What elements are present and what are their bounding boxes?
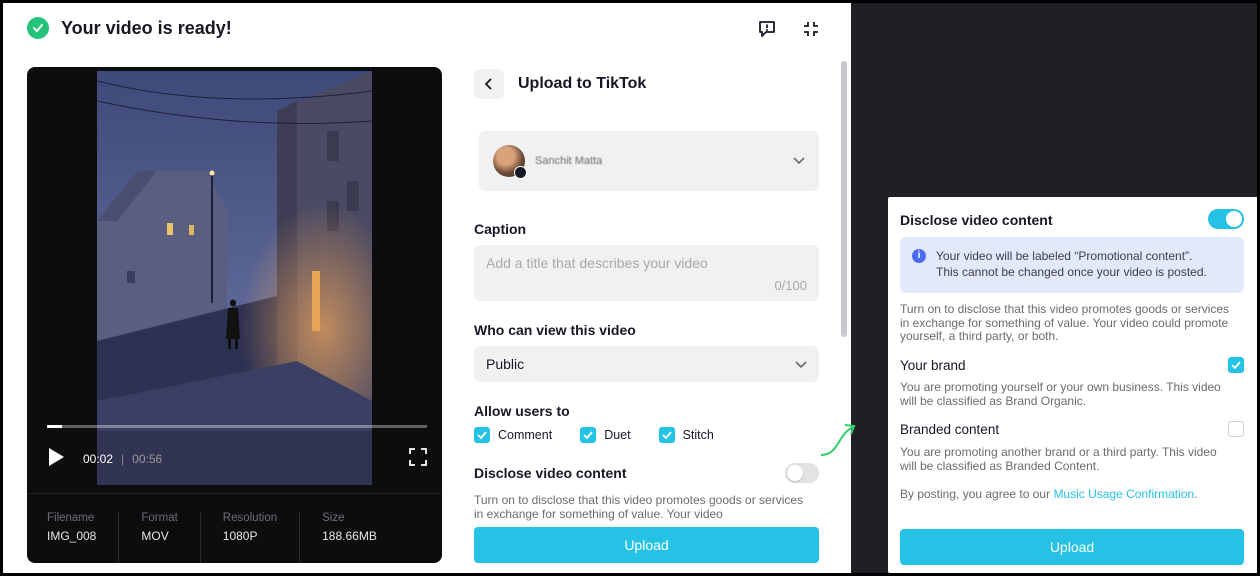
play-icon[interactable] <box>47 447 65 472</box>
disclose-label: Disclose video content <box>474 465 627 481</box>
caption-char-count: 0/100 <box>774 278 807 293</box>
caption-label: Caption <box>474 221 527 237</box>
caption-input[interactable]: Add a title that describes your video 0/… <box>474 245 819 301</box>
info-banner: i Your video will be labeled “Promotiona… <box>900 237 1244 293</box>
video-player[interactable]: 00:02 | 00:56 Filename IMG_008 Format MO… <box>27 67 442 563</box>
toggle-knob <box>787 465 803 481</box>
scrollbar[interactable] <box>841 61 847 337</box>
total-time: 00:56 <box>132 452 163 466</box>
current-time: 00:02 <box>83 452 114 466</box>
allow-stitch[interactable]: Stitch <box>658 427 714 443</box>
check-circle-icon <box>27 17 49 39</box>
arrow-icon <box>820 424 856 456</box>
header: Your video is ready! <box>27 17 232 39</box>
fullscreen-icon[interactable] <box>409 447 427 471</box>
chevron-down-icon <box>793 152 805 170</box>
chevron-down-icon <box>795 356 807 372</box>
page-title: Your video is ready! <box>61 17 232 38</box>
checkbox-duet[interactable] <box>580 427 597 443</box>
disclose-panel: Disclose video content i Your video will… <box>888 197 1257 573</box>
caption-placeholder: Add a title that describes your video <box>486 255 708 271</box>
agreement-text: By posting, you agree to our Music Usage… <box>900 487 1198 501</box>
video-metadata: Filename IMG_008 Format MOV Resolution 1… <box>27 493 442 563</box>
allow-label: Allow users to <box>474 403 570 419</box>
meta-resolution: Resolution 1080P <box>223 512 301 563</box>
branded-content-label: Branded content <box>900 422 1000 437</box>
allow-options: Comment Duet Stitch <box>474 427 714 443</box>
your-brand-label: Your brand <box>900 358 966 373</box>
info-line-1: Your video will be labeled “Promotional … <box>936 249 1193 263</box>
visibility-select[interactable]: Public <box>474 346 819 382</box>
app-window: Your video is ready! 00:02 | 00:56 Filen… <box>0 0 1260 576</box>
info-icon: i <box>912 249 926 263</box>
visibility-label: Who can view this video <box>474 322 636 338</box>
meta-filename: Filename IMG_008 <box>47 512 120 563</box>
disclose-toggle[interactable] <box>785 463 819 483</box>
back-button[interactable] <box>474 69 504 99</box>
allow-duet[interactable]: Duet <box>580 427 631 443</box>
checkbox-stitch[interactable] <box>658 427 675 443</box>
your-brand-description: You are promoting yourself or your own b… <box>900 380 1221 408</box>
video-frame <box>97 71 372 485</box>
toggle-knob <box>1226 211 1242 227</box>
branded-content-checkbox[interactable] <box>1228 421 1244 437</box>
your-brand-checkbox[interactable] <box>1228 357 1244 373</box>
allow-comment[interactable]: Comment <box>474 427 552 443</box>
player-controls: 00:02 | 00:56 <box>47 445 427 473</box>
upload-button[interactable]: Upload <box>474 527 819 563</box>
progress-fill <box>47 425 63 428</box>
music-usage-link[interactable]: Music Usage Confirmation <box>1053 487 1194 501</box>
panel-title: Disclose video content <box>900 212 1053 228</box>
panel-disclose-toggle[interactable] <box>1208 209 1244 229</box>
meta-format: Format MOV <box>141 512 201 563</box>
visibility-value: Public <box>486 356 525 372</box>
minimize-icon[interactable] <box>799 17 823 41</box>
feedback-icon[interactable] <box>755 17 779 41</box>
upload-title: Upload to TikTok <box>518 75 647 92</box>
account-name: Sanchit Matta <box>535 155 603 167</box>
info-line-2: This cannot be changed once your video i… <box>936 265 1207 279</box>
time-separator: | <box>121 452 125 466</box>
meta-size: Size 188.66MB <box>322 512 377 543</box>
panel-description: Turn on to disclose that this video prom… <box>900 302 1230 343</box>
progress-bar[interactable] <box>47 425 427 428</box>
branded-content-description: You are promoting another brand or a thi… <box>900 445 1217 473</box>
tiktok-badge-icon <box>514 166 527 179</box>
header-actions <box>755 17 823 41</box>
chevron-left-icon <box>484 78 492 90</box>
avatar <box>493 145 527 179</box>
disclose-description: Turn on to disclose that this video prom… <box>474 493 804 521</box>
checkbox-comment[interactable] <box>474 427 490 443</box>
panel-upload-button[interactable]: Upload <box>900 529 1244 565</box>
account-select[interactable]: Sanchit Matta <box>479 131 819 191</box>
